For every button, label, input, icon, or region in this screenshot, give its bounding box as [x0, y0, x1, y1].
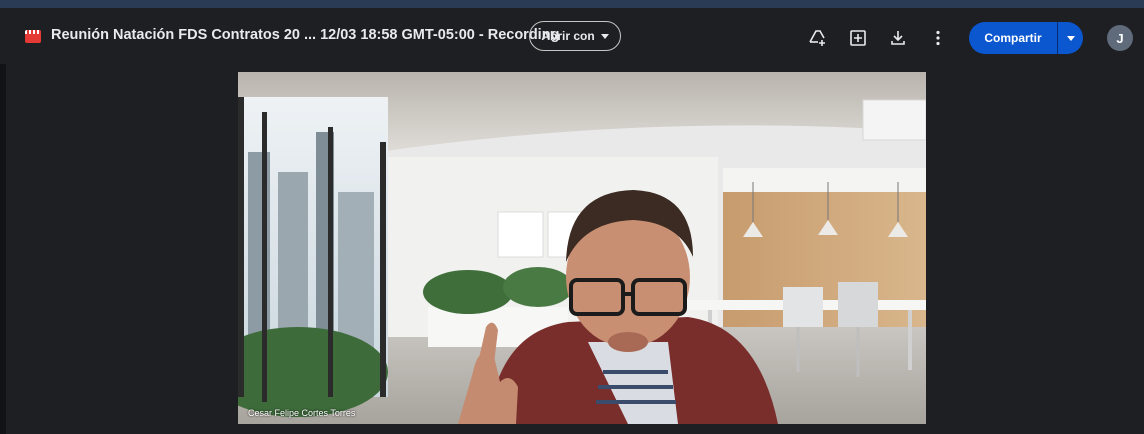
add-to-folder-icon — [850, 30, 866, 46]
side-edge — [0, 64, 6, 434]
top-accent-line — [0, 0, 1144, 8]
chevron-down-icon — [600, 33, 609, 39]
share-options-button[interactable] — [1058, 22, 1083, 54]
more-options-icon — [936, 30, 940, 46]
video-player[interactable]: Cesar Felipe Cortes Torres — [238, 72, 926, 424]
open-with-label: Abrir con — [541, 29, 595, 43]
share-button[interactable]: Compartir — [969, 31, 1057, 45]
share-button-group: Compartir — [969, 22, 1083, 54]
chevron-down-icon — [1066, 35, 1075, 41]
add-shortcut-icon — [809, 30, 825, 46]
more-options-button[interactable] — [926, 26, 950, 50]
download-button[interactable] — [886, 26, 910, 50]
file-title: Reunión Natación FDS Contratos 20 ... 12… — [51, 27, 560, 43]
video-frame — [238, 72, 926, 424]
download-icon — [891, 31, 905, 45]
participant-name-label: Cesar Felipe Cortes Torres — [248, 408, 356, 418]
account-avatar[interactable]: J — [1107, 25, 1133, 51]
viewer-header: Reunión Natación FDS Contratos 20 ... 12… — [0, 8, 1144, 64]
video-file-icon — [25, 30, 41, 43]
add-to-folder-button[interactable] — [846, 26, 870, 50]
open-with-button[interactable]: Abrir con — [529, 21, 621, 51]
add-shortcut-button[interactable] — [805, 26, 829, 50]
